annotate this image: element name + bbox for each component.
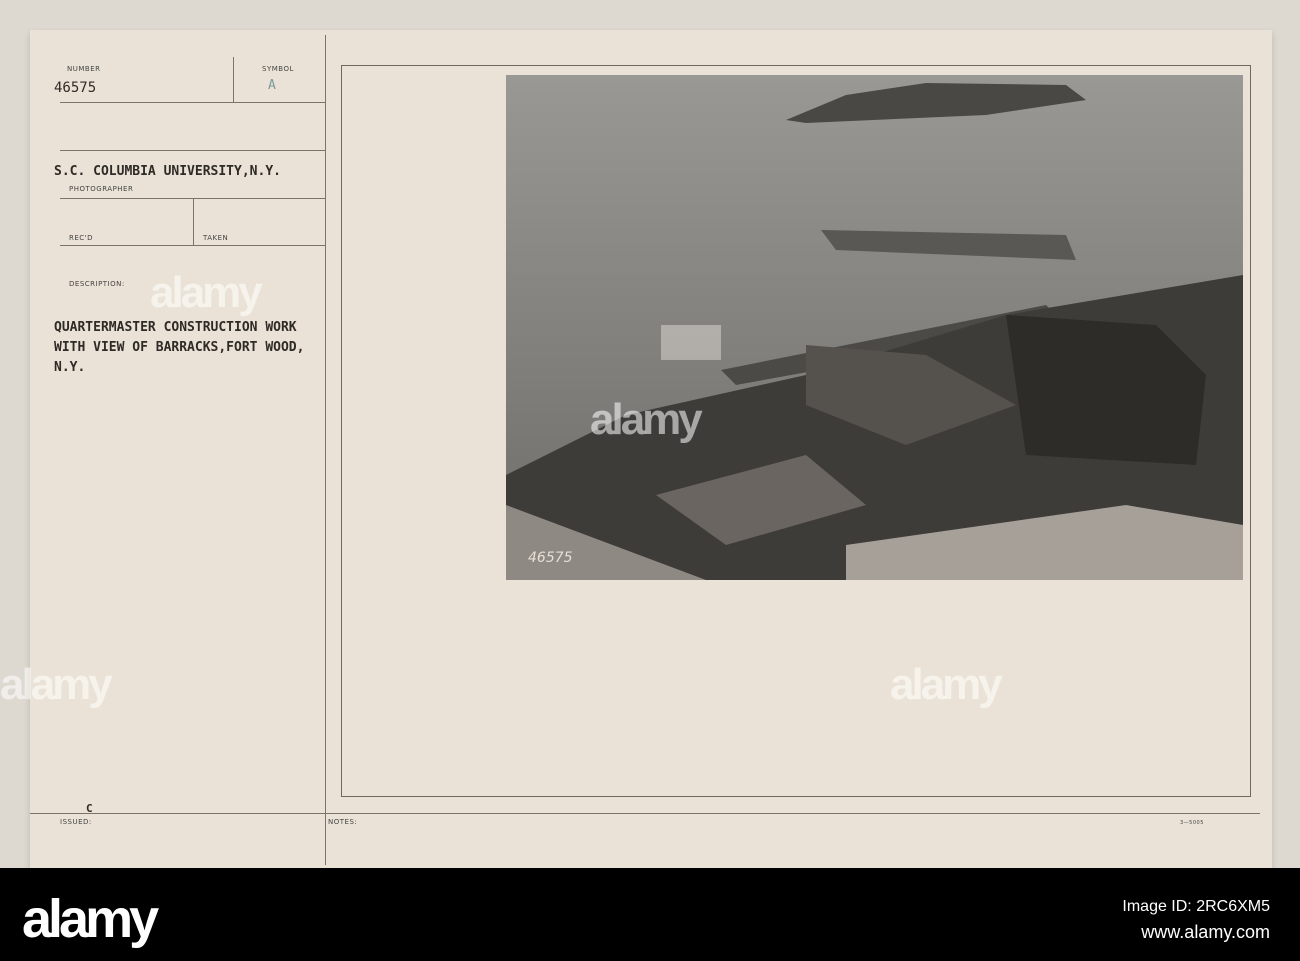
- issued-label: ISSUED:: [60, 818, 92, 826]
- alamy-logo: alamy: [22, 889, 159, 949]
- watermark-footer: [0, 868, 1300, 961]
- alamy-watermark: alamy: [890, 660, 1003, 709]
- description-line: WITH VIEW OF BARRACKS,FORT WOOD,: [54, 340, 305, 355]
- number-value: 46575: [54, 80, 97, 96]
- number-label: NUMBER: [67, 65, 101, 73]
- image-id: Image ID: 2RC6XM5: [1122, 898, 1270, 915]
- description-line: N.Y.: [54, 360, 86, 375]
- description-label: DESCRIPTION:: [69, 280, 125, 288]
- photographer-value: S.C. COLUMBIA UNIVERSITY,N.Y.: [54, 164, 281, 179]
- alamy-watermark: alamy: [590, 395, 703, 444]
- divider: [30, 813, 1260, 814]
- alamy-watermark: alamy: [0, 660, 113, 709]
- archival-photograph: 46575: [506, 75, 1243, 580]
- divider: [325, 35, 326, 865]
- taken-label: TAKEN: [203, 234, 229, 242]
- notes-label: NOTES:: [328, 818, 358, 826]
- divider: [60, 102, 325, 103]
- alamy-url[interactable]: www.alamy.com: [1141, 922, 1270, 943]
- divider: [193, 198, 194, 245]
- recd-label: REC'D: [69, 234, 93, 242]
- divider: [233, 57, 234, 102]
- photographer-label: PHOTOGRAPHER: [69, 185, 134, 193]
- symbol-label: SYMBOL: [262, 65, 294, 73]
- divider: [60, 150, 325, 151]
- symbol-value: A: [268, 78, 276, 93]
- negative-number: 46575: [528, 550, 573, 566]
- description-line: QUARTERMASTER CONSTRUCTION WORK: [54, 320, 297, 335]
- harbor-barracks-image: [506, 75, 1243, 580]
- form-number: 3—5005: [1180, 820, 1204, 826]
- divider: [60, 245, 325, 246]
- alamy-watermark: alamy: [150, 268, 263, 317]
- issued-mark: C: [86, 802, 93, 815]
